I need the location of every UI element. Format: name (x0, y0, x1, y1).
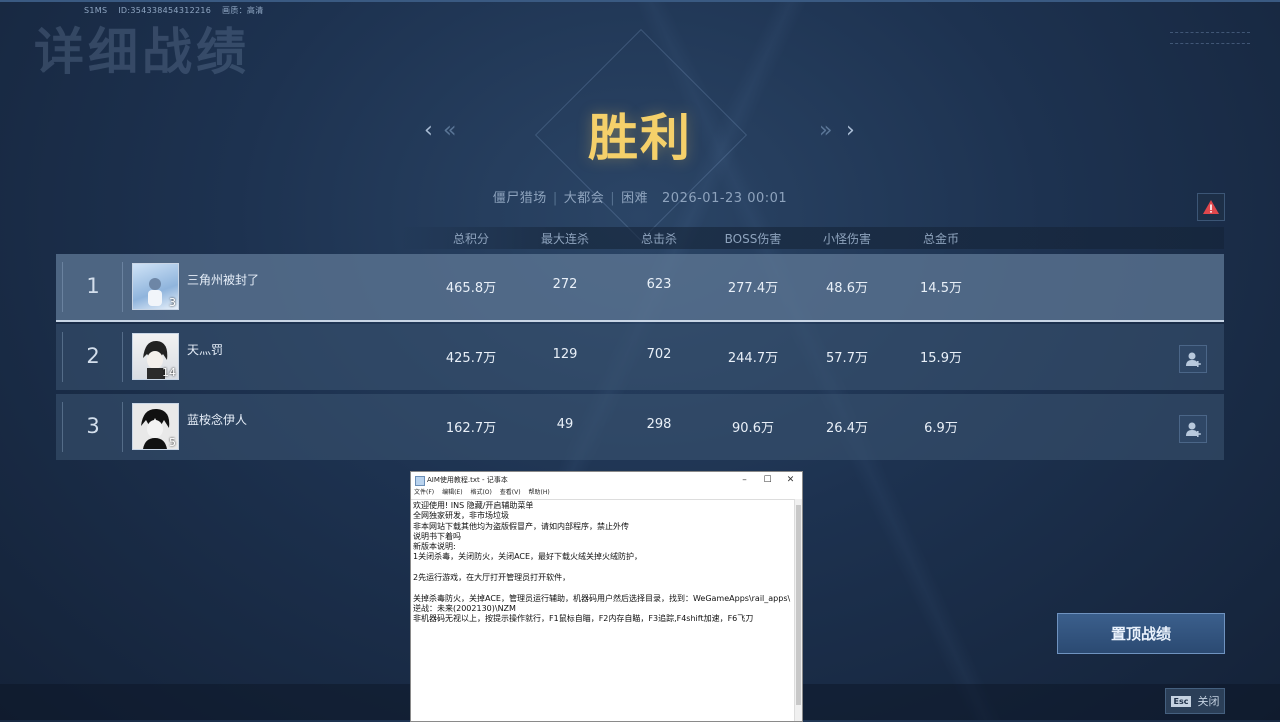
player-rank: 1 (86, 274, 100, 298)
close-label: 关闭 (1197, 695, 1220, 708)
stat-max-streak: 272 (552, 277, 578, 292)
warning-icon (1203, 200, 1219, 214)
player-level: 5 (169, 436, 176, 449)
player-rank: 2 (86, 344, 100, 368)
prev-dbl-arrow-icon: « (443, 118, 457, 143)
add-user-icon (1186, 422, 1201, 437)
col-total-gold: 总金币 (922, 232, 959, 246)
menu-edit[interactable]: 编辑(E) (442, 489, 462, 496)
stat-total-score: 162.7万 (445, 421, 497, 436)
esc-key-icon: Esc (1170, 695, 1192, 707)
notepad-menubar: 文件(F) 编辑(E) 格式(O) 查看(V) 帮助(H) (411, 488, 802, 498)
prev-match-arrow[interactable]: ‹ (424, 118, 433, 143)
row-divider (122, 262, 123, 312)
col-total-kills: 总击杀 (640, 232, 677, 246)
player-level: 14 (162, 366, 176, 379)
row-divider (122, 402, 123, 452)
page-title: 详细战绩 (34, 23, 250, 81)
next-dbl-arrow-icon: » (819, 118, 833, 143)
stat-max-streak: 49 (556, 417, 574, 432)
notepad-text-area[interactable]: 欢迎使用! INS 隐藏/开启辅助菜单 全网独家研发，非市场垃圾 非本网站下载其… (411, 499, 795, 721)
notepad-icon (415, 476, 425, 486)
row-divider (62, 402, 63, 452)
player-row[interactable]: 2 14 天灬罚 425.7万 129 702 244.7万 57.7万 15.… (56, 324, 1224, 390)
menu-view[interactable]: 查看(V) (500, 489, 521, 496)
stat-max-streak: 129 (552, 347, 578, 362)
row-divider (122, 332, 123, 382)
notepad-titlebar[interactable]: AIM使用教程.txt - 记事本 – ☐ ✕ (411, 472, 802, 488)
notepad-title: AIM使用教程.txt - 记事本 (427, 476, 508, 484)
player-rank: 3 (86, 414, 100, 438)
stat-total-gold: 15.9万 (920, 351, 962, 366)
stat-mob-damage: 57.7万 (826, 351, 868, 366)
map-name: 大都会 (563, 191, 605, 206)
stat-total-gold: 14.5万 (920, 281, 962, 296)
game-mode: 僵尸猎场 (492, 191, 547, 206)
stat-total-score: 425.7万 (445, 351, 497, 366)
corner-decoration (1170, 32, 1250, 44)
pin-record-button[interactable]: 置顶战绩 (1057, 613, 1225, 654)
add-friend-button[interactable] (1179, 345, 1207, 373)
stat-mob-damage: 26.4万 (826, 421, 868, 436)
report-button[interactable] (1197, 193, 1225, 221)
menu-format[interactable]: 格式(O) (470, 489, 491, 496)
menu-help[interactable]: 帮助(H) (529, 489, 550, 496)
row-divider (62, 332, 63, 382)
col-max-streak: 最大连杀 (540, 232, 589, 246)
stat-boss-damage: 90.6万 (732, 421, 774, 436)
row-divider (62, 262, 63, 312)
player-row[interactable]: 3 5 蓝桉念伊人 162.7万 49 298 90.6万 26.4万 6.9万 (56, 394, 1224, 460)
player-row[interactable]: 1 3 三角州被封了 465.8万 272 623 277.4万 48.6万 1… (56, 254, 1224, 322)
close-button[interactable]: Esc 关闭 (1165, 688, 1225, 714)
menu-file[interactable]: 文件(F) (414, 489, 434, 496)
stat-boss-damage: 244.7万 (727, 351, 779, 366)
notepad-scrollbar[interactable] (794, 499, 802, 721)
match-result: 胜利 (588, 109, 692, 167)
close-window-button[interactable]: ✕ (779, 472, 802, 488)
match-datetime: 2026-01-23 00:01 (662, 191, 788, 206)
scrollbar-thumb[interactable] (796, 505, 801, 705)
stat-total-kills: 623 (646, 277, 672, 292)
player-name: 三角州被封了 (187, 273, 260, 287)
next-match-arrow[interactable]: › (846, 118, 855, 143)
avatar[interactable]: 3 (132, 263, 179, 310)
col-mob-damage: 小怪伤害 (822, 232, 871, 246)
window-controls: – ☐ ✕ (733, 472, 802, 488)
avatar[interactable]: 14 (132, 333, 179, 380)
stat-total-score: 465.8万 (445, 281, 497, 296)
notepad-window[interactable]: AIM使用教程.txt - 记事本 – ☐ ✕ 文件(F) 编辑(E) 格式(O… (410, 471, 803, 722)
add-user-icon (1186, 352, 1201, 367)
stat-mob-damage: 48.6万 (826, 281, 868, 296)
minimize-button[interactable]: – (733, 472, 756, 488)
stat-total-gold: 6.9万 (924, 421, 958, 436)
match-info: 僵尸猎场 | 大都会 | 困难 2026-01-23 00:01 (492, 191, 788, 206)
stat-total-kills: 298 (646, 417, 672, 432)
top-border (0, 0, 1280, 2)
difficulty: 困难 (621, 191, 649, 206)
stat-boss-damage: 277.4万 (727, 281, 779, 296)
stat-total-kills: 702 (646, 347, 672, 362)
avatar[interactable]: 5 (132, 403, 179, 450)
col-boss-damage: BOSS伤害 (724, 232, 782, 246)
col-total-score: 总积分 (452, 232, 489, 246)
maximize-button[interactable]: ☐ (756, 472, 779, 488)
player-name: 蓝桉念伊人 (187, 413, 248, 427)
stats-header: 总积分 最大连杀 总击杀 BOSS伤害 小怪伤害 总金币 (400, 227, 1224, 249)
player-name: 天灬罚 (187, 343, 224, 357)
player-level: 3 (169, 296, 176, 309)
add-friend-button[interactable] (1179, 415, 1207, 443)
